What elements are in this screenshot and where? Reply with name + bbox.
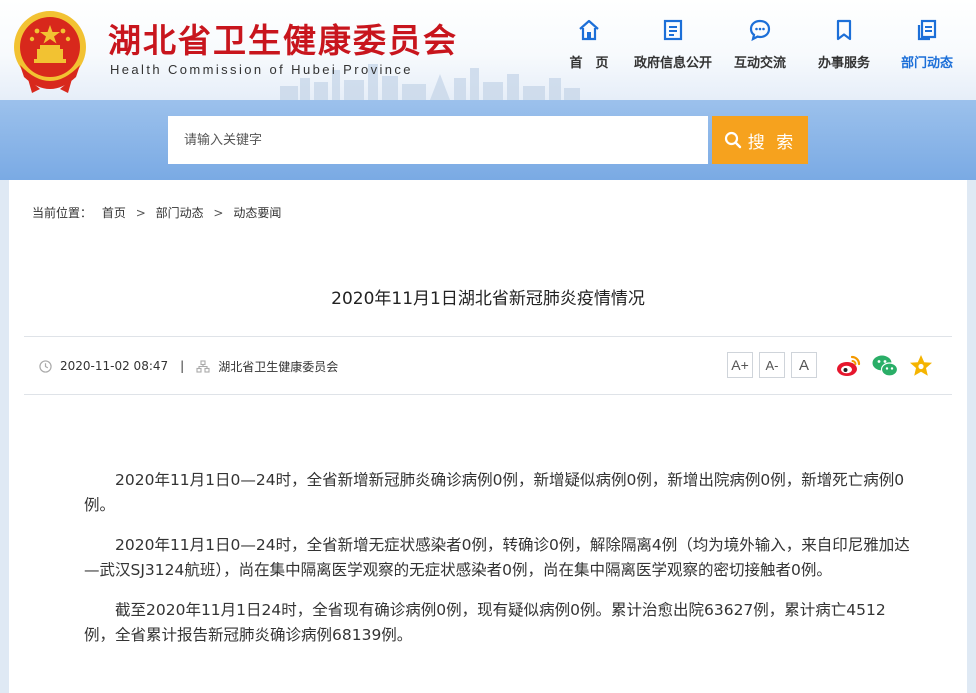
nav-label-home: 首 页 [569, 56, 609, 71]
publish-date: 2020-11-02 08:47 [60, 359, 169, 373]
font-reset-button[interactable]: A [791, 352, 817, 378]
site-title: 湖北省卫生健康委员会 [108, 21, 458, 60]
breadcrumb-separator: > [135, 206, 146, 220]
site-header: 湖北省卫生健康委员会 Health Commission of Hubei Pr… [0, 0, 976, 100]
nav-label-department-news: 部门动态 [900, 56, 953, 71]
search-button[interactable]: 搜 索 [712, 116, 808, 164]
article-paragraph: 截至2020年11月1日24时，全省现有确诊病例0例，现有疑似病例0例。累计治愈… [84, 601, 886, 644]
national-emblem-logo[interactable] [10, 5, 90, 95]
meta-separator: | [180, 359, 185, 373]
home-icon [579, 19, 599, 41]
breadcrumb-separator: > [213, 206, 224, 220]
article-card: 当前位置： 首页 > 部门动态 > 动态要闻 2020年11月1日湖北省新冠肺炎… [9, 180, 967, 693]
article-meta: 2020-11-02 08:47 | 湖北省卫生健康委员会 [39, 356, 338, 376]
article-source: 湖北省卫生健康委员会 [218, 359, 339, 374]
favorite-star-icon[interactable] [907, 352, 935, 380]
wechat-icon[interactable] [871, 352, 899, 380]
breadcrumb-home-link[interactable]: 首页 [102, 206, 126, 220]
clock-icon [39, 359, 52, 373]
search-input[interactable] [168, 116, 708, 164]
nav-item-gov-info[interactable]: 政府信息公开 [628, 12, 718, 82]
weibo-icon[interactable] [835, 352, 863, 380]
nav-label-interaction: 互动交流 [733, 56, 786, 71]
article-paragraph: 2020年11月1日0—24时，全省新增新冠肺炎确诊病例0例，新增疑似病例0例，… [84, 471, 905, 514]
organization-icon [196, 359, 210, 373]
copy-pages-icon [917, 19, 937, 41]
breadcrumb-department-news-link[interactable]: 部门动态 [156, 206, 204, 220]
nav-item-interaction[interactable]: 互动交流 [715, 12, 805, 82]
chat-bubble-icon [749, 19, 771, 42]
article-title: 2020年11月1日湖北省新冠肺炎疫情情况 [331, 289, 645, 309]
article-body: 2020年11月1日0—24时，全省新增新冠肺炎确诊病例0例，新增疑似病例0例，… [84, 468, 914, 663]
document-icon [663, 19, 683, 41]
nav-item-services[interactable]: 办事服务 [799, 12, 889, 82]
title-divider [24, 336, 952, 337]
article-paragraph: 2020年11月1日0—24时，全省新增无症状感染者0例，转确诊0例，解除隔离4… [84, 536, 910, 579]
search-band: 搜 索 [0, 100, 976, 180]
font-decrease-button[interactable]: A- [759, 352, 785, 378]
breadcrumb: 当前位置： 首页 > 部门动态 > 动态要闻 [32, 204, 287, 221]
nav-item-department-news[interactable]: 部门动态 [882, 12, 972, 82]
nav-label-gov-info: 政府信息公开 [633, 56, 712, 71]
main-nav: 首 页 政府信息公开 互动交流 办事服务 部门动态 [558, 12, 970, 82]
bookmark-icon [836, 19, 852, 41]
nav-item-home[interactable]: 首 页 [544, 12, 634, 82]
search-button-label: 搜 索 [747, 132, 797, 153]
search-icon [724, 131, 741, 149]
meta-divider [24, 394, 952, 395]
site-subtitle: Health Commission of Hubei Province [110, 62, 413, 77]
font-increase-button[interactable]: A+ [727, 352, 753, 378]
breadcrumb-prefix: 当前位置： [32, 206, 93, 220]
breadcrumb-news-highlights-link[interactable]: 动态要闻 [233, 206, 281, 220]
nav-label-services: 办事服务 [817, 56, 870, 71]
